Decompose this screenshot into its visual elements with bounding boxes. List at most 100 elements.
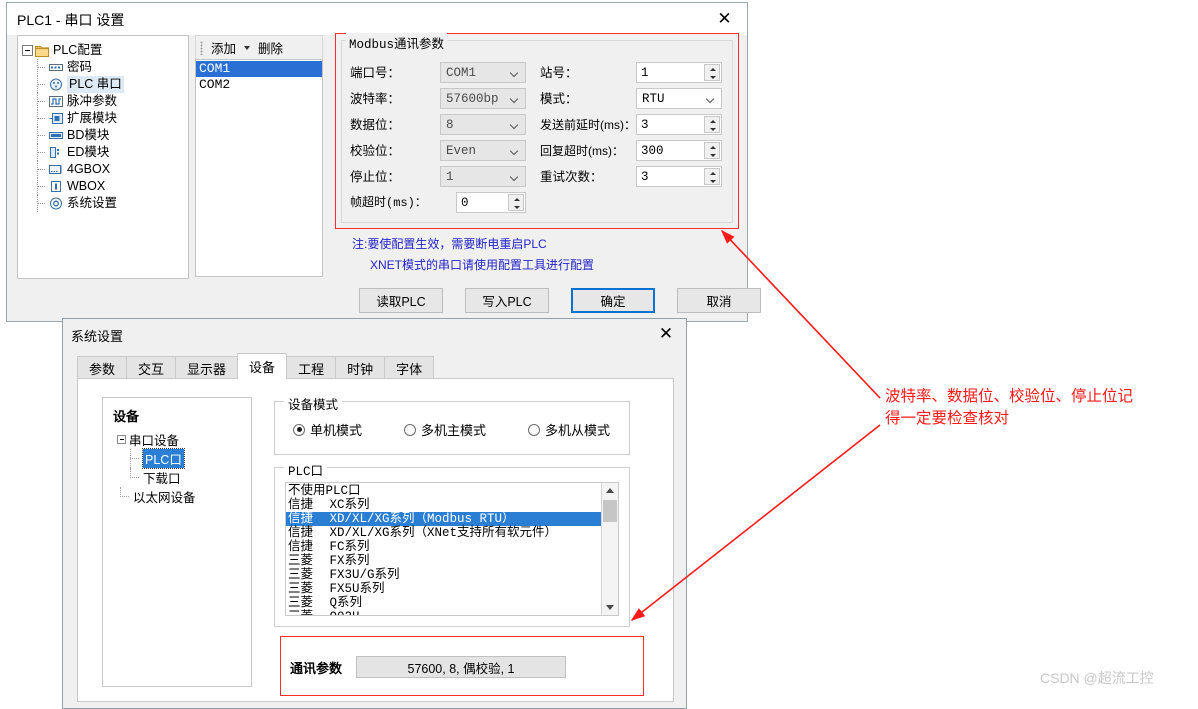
spinner-down-icon[interactable] xyxy=(705,73,719,81)
tree-item-ethernet-devices[interactable]: 以太网设备 xyxy=(113,487,251,506)
chevron-down-icon xyxy=(707,96,715,101)
frame-timeout-label: 帧超时(ms)： xyxy=(350,196,427,210)
collapse-toggle-icon[interactable] xyxy=(22,45,33,56)
tree-item-serial-devices[interactable]: 串口设备 xyxy=(113,430,251,449)
stopbits-select[interactable]: 1 xyxy=(440,166,526,187)
spinner-up-icon[interactable] xyxy=(705,65,719,73)
tab-font[interactable]: 字体 xyxy=(384,356,435,379)
tree-item-4gbox[interactable]: 4GBOX xyxy=(36,161,188,178)
spinner-up-icon[interactable] xyxy=(705,169,719,177)
spinner-down-icon[interactable] xyxy=(705,125,719,133)
parity-label: 校验位： xyxy=(350,144,401,158)
retry-input[interactable]: 3 xyxy=(636,166,722,187)
plc-config-tree[interactable]: PLC配置 密码 PLC 串口 脉冲参数 扩展模块 BD模块 ED模块 4GBO… xyxy=(17,35,189,279)
list-item[interactable]: 三菱 FX系列 xyxy=(286,554,618,568)
spinner-buttons[interactable] xyxy=(704,116,720,133)
list-item[interactable]: 信捷 FC系列 xyxy=(286,540,618,554)
port-select[interactable]: COM1 xyxy=(440,62,526,83)
reply-timeout-input[interactable]: 300 xyxy=(636,140,722,161)
chevron-down-icon xyxy=(511,70,519,75)
ok-button[interactable]: 确定 xyxy=(571,288,655,313)
radio-multi-slave-mode[interactable]: 多机从模式 xyxy=(528,420,610,439)
list-item-brand: 三菱 xyxy=(288,610,322,615)
device-tree[interactable]: 设备 串口设备 PLC口 下载口 以太网设备 xyxy=(102,397,252,687)
tree-item-plc-port[interactable]: PLC口 xyxy=(113,448,251,469)
plc-model-list[interactable]: 不使用PLC口 信捷 XC系列 信捷 XD/XL/XG系列（Modbus RTU… xyxy=(285,482,619,616)
cancel-button[interactable]: 取消 xyxy=(677,288,761,313)
spinner-down-icon[interactable] xyxy=(705,151,719,159)
close-icon[interactable]: ✕ xyxy=(646,319,686,347)
tab-device[interactable]: 设备 xyxy=(237,353,288,379)
mode-select[interactable]: RTU xyxy=(636,88,722,109)
tree-guide xyxy=(127,449,143,468)
predelay-label: 发送前延时(ms)： xyxy=(540,118,636,132)
spinner-up-icon[interactable] xyxy=(509,195,523,203)
list-item[interactable]: 三菱 FX5U系列 xyxy=(286,582,618,596)
scroll-down-icon[interactable] xyxy=(602,600,618,615)
comm-params-value[interactable]: 57600, 8, 偶校验, 1 xyxy=(356,656,567,678)
mode-value: RTU xyxy=(642,91,665,106)
baud-select[interactable]: 57600bp xyxy=(440,88,526,109)
databits-value: 8 xyxy=(446,117,454,132)
tab-interaction[interactable]: 交互 xyxy=(126,356,177,379)
tree-item-ed-module[interactable]: ED模块 xyxy=(36,144,188,161)
port-list[interactable]: COM1 COM2 xyxy=(195,59,323,277)
tree-item-download-port[interactable]: 下载口 xyxy=(113,468,251,487)
list-item-com1[interactable]: COM1 xyxy=(196,61,322,77)
write-plc-button[interactable]: 写入PLC xyxy=(465,288,549,313)
tab-display[interactable]: 显示器 xyxy=(175,356,239,379)
spinner-buttons[interactable] xyxy=(704,142,720,159)
frame-timeout-input[interactable]: 0 xyxy=(456,192,526,213)
plc-list-scrollbar[interactable] xyxy=(601,483,618,615)
tree-item-expansion-module[interactable]: 扩展模块 xyxy=(36,110,188,127)
spinner-up-icon[interactable] xyxy=(705,143,719,151)
spinner-buttons[interactable] xyxy=(704,64,720,81)
tab-clock[interactable]: 时钟 xyxy=(335,356,386,379)
list-item[interactable]: 信捷 XC系列 xyxy=(286,498,618,512)
stopbits-value: 1 xyxy=(446,169,454,184)
tree-item-label: 密码 xyxy=(67,60,93,74)
databits-select[interactable]: 8 xyxy=(440,114,526,135)
predelay-input[interactable]: 3 xyxy=(636,114,722,135)
tree-item-pulse-params[interactable]: 脉冲参数 xyxy=(36,93,188,110)
tree-item-label: WBOX xyxy=(67,179,106,193)
list-item[interactable]: 不使用PLC口 xyxy=(286,484,618,498)
plc-port-legend: PLC口 xyxy=(284,460,328,479)
close-icon[interactable]: ✕ xyxy=(702,3,747,33)
collapse-toggle-icon[interactable] xyxy=(117,435,126,444)
list-item[interactable]: 三菱 Q02H xyxy=(286,610,618,615)
list-item-com2[interactable]: COM2 xyxy=(196,77,322,93)
port-value: COM1 xyxy=(446,65,477,80)
add-port-button[interactable]: 添加 xyxy=(208,38,239,57)
tree-root-plc-config[interactable]: PLC配置 xyxy=(22,42,188,59)
tree-item-bd-module[interactable]: BD模块 xyxy=(36,127,188,144)
tab-params[interactable]: 参数 xyxy=(77,356,128,379)
list-item-brand: 信捷 xyxy=(288,498,314,512)
tree-item-system-settings[interactable]: 系统设置 xyxy=(36,195,188,212)
port-toolbar: 添加 删除 xyxy=(195,35,323,59)
tab-project[interactable]: 工程 xyxy=(286,356,337,379)
delete-port-button[interactable]: 删除 xyxy=(255,38,286,57)
radio-multi-master-mode[interactable]: 多机主模式 xyxy=(404,420,486,439)
list-item[interactable]: 信捷 XD/XL/XG系列（XNet支持所有软元件） xyxy=(286,526,618,540)
list-item[interactable]: 三菱 FX3U/G系列 xyxy=(286,568,618,582)
list-item[interactable]: 三菱 Q系列 xyxy=(286,596,618,610)
spinner-up-icon[interactable] xyxy=(705,117,719,125)
read-plc-button[interactable]: 读取PLC xyxy=(359,288,443,313)
spinner-buttons[interactable] xyxy=(704,168,720,185)
tree-item-wbox[interactable]: WBOX xyxy=(36,178,188,195)
chevron-down-icon[interactable] xyxy=(244,45,251,50)
parity-select[interactable]: Even xyxy=(440,140,526,161)
station-input[interactable]: 1 xyxy=(636,62,722,83)
tree-item-password[interactable]: 密码 xyxy=(36,59,188,76)
watermark: CSDN @超流工控 xyxy=(1040,670,1154,686)
scrollbar-thumb[interactable] xyxy=(603,500,617,522)
tree-item-plc-serial[interactable]: PLC 串口 xyxy=(36,76,188,93)
spinner-down-icon[interactable] xyxy=(705,177,719,185)
spinner-down-icon[interactable] xyxy=(509,203,523,211)
list-item-selected[interactable]: 信捷 XD/XL/XG系列（Modbus RTU） xyxy=(286,512,618,526)
scroll-up-icon[interactable] xyxy=(602,483,618,498)
tree-guide xyxy=(36,93,49,110)
radio-single-mode[interactable]: 单机模式 xyxy=(293,420,362,439)
spinner-buttons[interactable] xyxy=(508,194,524,211)
